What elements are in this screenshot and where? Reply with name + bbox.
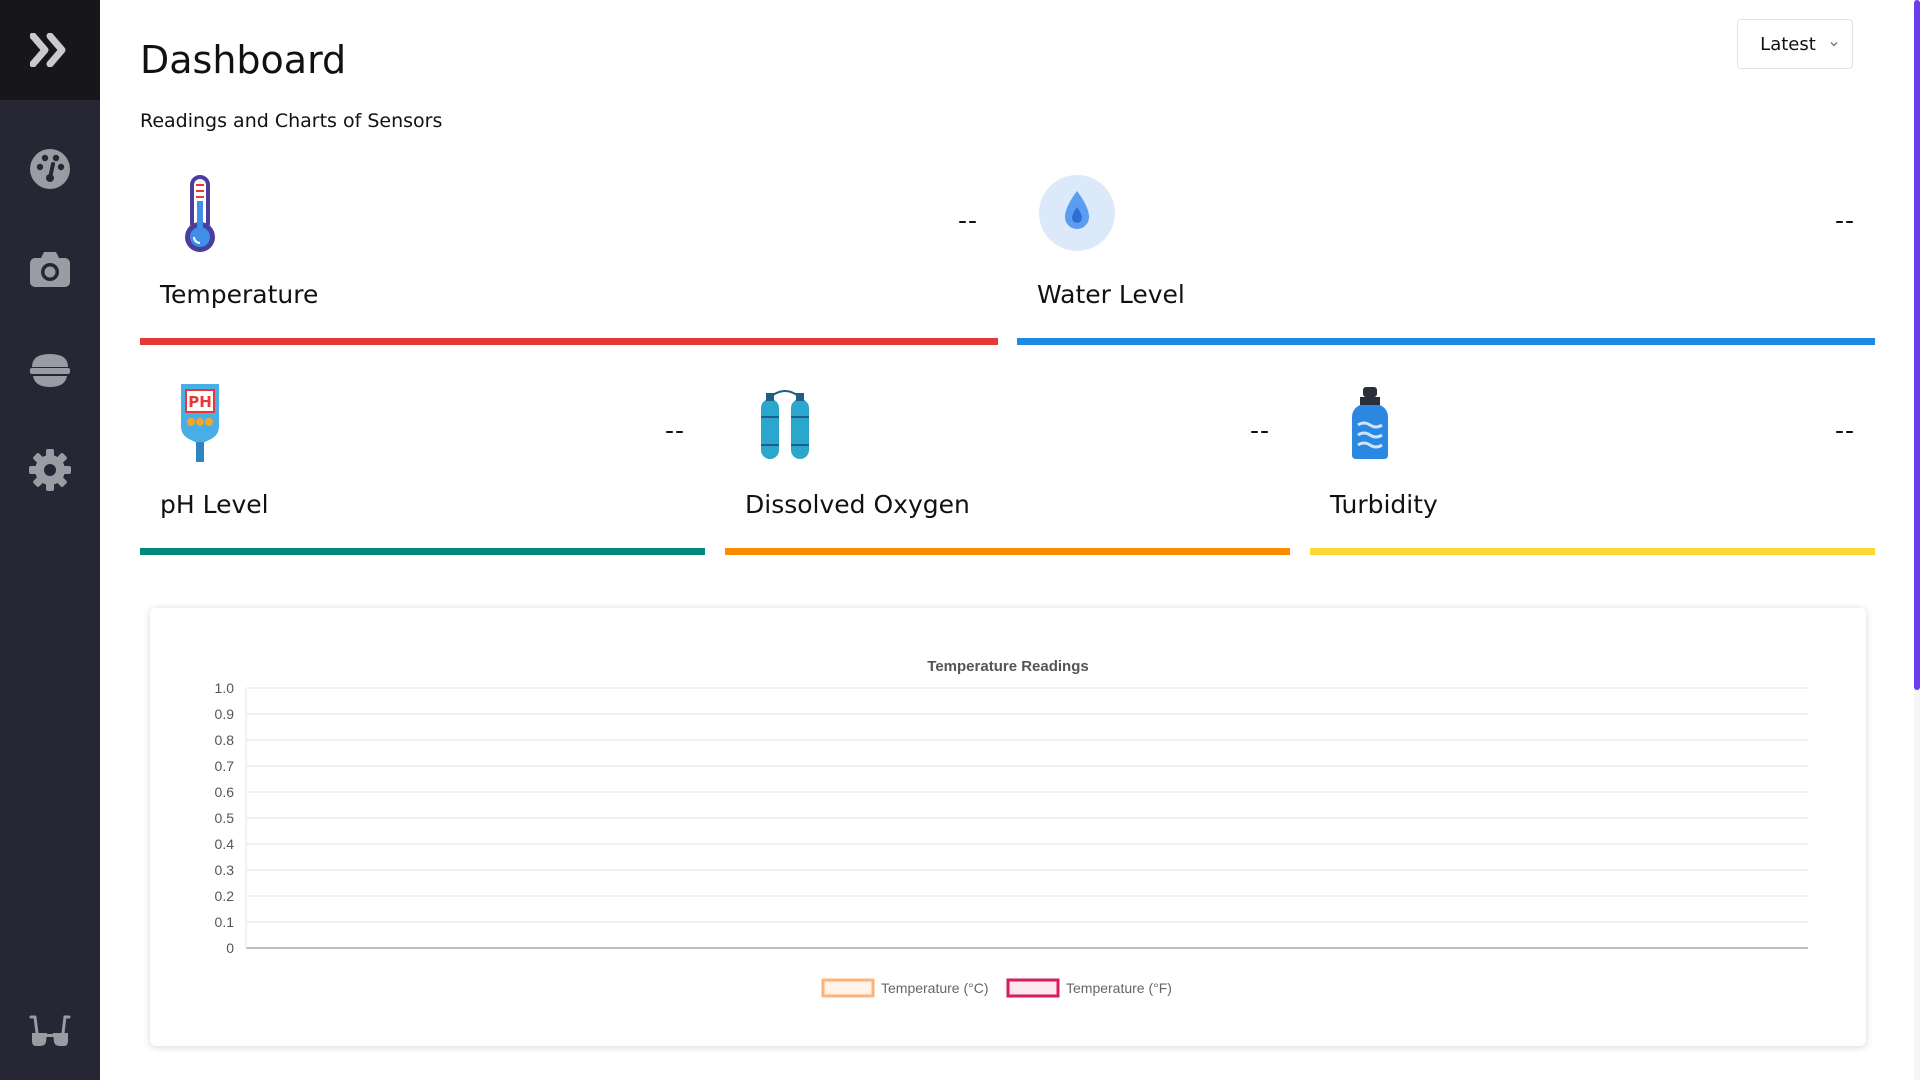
sidebar-item-dashboard[interactable] xyxy=(0,139,100,199)
water-drop-icon xyxy=(1037,170,1117,256)
ph-meter-icon: PH xyxy=(160,380,240,466)
sensor-accent-bar xyxy=(140,548,705,555)
y-tick-label: 0 xyxy=(226,940,234,956)
double-chevron-right-icon xyxy=(30,33,66,67)
page-subtitle: Readings and Charts of Sensors xyxy=(140,110,443,132)
thermometer-icon xyxy=(160,170,240,256)
y-tick-label: 0.9 xyxy=(215,706,235,722)
y-tick-label: 0.6 xyxy=(215,784,235,800)
bowl-icon xyxy=(30,354,70,387)
y-tick-label: 0.3 xyxy=(215,862,235,878)
y-tick-label: 0.7 xyxy=(215,758,235,774)
sensor-value: -- xyxy=(1834,206,1855,235)
sensor-value: -- xyxy=(1834,416,1855,445)
sidebar-item-about[interactable] xyxy=(0,1000,100,1060)
chart-title: Temperature Readings xyxy=(927,658,1088,675)
legend-label[interactable]: Temperature (°F) xyxy=(1066,980,1172,996)
range-select[interactable]: Latest xyxy=(1737,19,1853,69)
legend-swatch[interactable] xyxy=(1006,978,1060,998)
legend-swatch[interactable] xyxy=(821,978,875,998)
sensor-accent-bar xyxy=(1310,548,1875,555)
chevron-down-icon xyxy=(1830,42,1838,47)
sidebar-toggle-button[interactable] xyxy=(0,0,100,100)
scrollbar-thumb[interactable] xyxy=(1914,0,1920,690)
y-tick-label: 0.2 xyxy=(215,888,235,904)
glasses-icon xyxy=(29,1015,71,1046)
sidebar xyxy=(0,0,100,1080)
svg-text:PH: PH xyxy=(188,393,212,411)
temperature-chart: Temperature Readings 1.0 0.9 0.8 0.7 0.6 0.5 0… xyxy=(215,658,1808,998)
sensor-card-ph-level: PH pH Level -- xyxy=(140,380,705,555)
palette-gauge-icon xyxy=(30,149,70,189)
sensor-value: -- xyxy=(1249,416,1270,445)
sensor-label: Turbidity xyxy=(1330,490,1438,519)
sidebar-item-camera[interactable] xyxy=(0,240,100,300)
sensor-card-turbidity: Turbidity -- xyxy=(1310,380,1875,555)
y-tick-label: 0.1 xyxy=(215,914,235,930)
page-title: Dashboard xyxy=(140,38,347,82)
sensor-accent-bar xyxy=(140,338,998,345)
y-tick-label: 0.5 xyxy=(215,810,235,826)
main-content: Dashboard Readings and Charts of Sensors… xyxy=(100,0,1914,1080)
sensor-label: pH Level xyxy=(160,490,269,519)
sensor-card-dissolved-oxygen: Dissolved Oxygen -- xyxy=(725,380,1290,555)
sensor-label: Dissolved Oxygen xyxy=(745,490,970,519)
sidebar-item-feeder[interactable] xyxy=(0,340,100,400)
sensor-card-temperature: Temperature -- xyxy=(140,170,998,345)
sensor-value: -- xyxy=(664,416,685,445)
sensor-value: -- xyxy=(957,206,978,235)
scrollbar-track[interactable] xyxy=(1914,0,1920,1080)
sensor-accent-bar xyxy=(725,548,1290,555)
camera-icon xyxy=(30,252,70,287)
sensor-label: Temperature xyxy=(160,280,319,309)
water-bottle-icon xyxy=(1330,380,1410,466)
gear-icon xyxy=(29,449,71,491)
y-tick-label: 0.8 xyxy=(215,732,235,748)
temperature-chart-card: Temperature Readings 1.0 0.9 0.8 0.7 0.6 0.5 0… xyxy=(150,608,1866,1046)
sensor-label: Water Level xyxy=(1037,280,1185,309)
oxygen-tanks-icon xyxy=(745,380,825,466)
y-tick-label: 1.0 xyxy=(215,680,235,696)
sensor-card-water-level: Water Level -- xyxy=(1017,170,1875,345)
sidebar-item-settings[interactable] xyxy=(0,440,100,500)
range-select-value: Latest xyxy=(1760,33,1816,55)
y-tick-label: 0.4 xyxy=(215,836,235,852)
legend-label[interactable]: Temperature (°C) xyxy=(881,980,989,996)
app-root: Dashboard Readings and Charts of Sensors… xyxy=(0,0,1920,1080)
sensor-accent-bar xyxy=(1017,338,1875,345)
